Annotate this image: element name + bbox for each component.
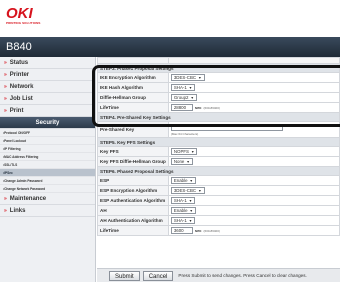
table-row: AH Authentication Algorithm SHA-1 ▼ — [97, 215, 340, 226]
oki-logo: OKI PRINTING SOLUTIONS — [6, 5, 41, 25]
dropdown-arrow-icon: ▼ — [198, 189, 202, 193]
sidebar-item-links[interactable]: » Links — [0, 205, 95, 217]
header: OKI PRINTING SOLUTIONS — [0, 0, 340, 30]
ike-hash-select[interactable]: SHA-1 ▼ — [170, 84, 196, 91]
row-label: IKE Hash Algorithm — [97, 82, 169, 93]
sidebar-subitem-protocol[interactable]: •Protocol ON/OFF — [0, 129, 95, 137]
esp-select[interactable]: Enable ▼ — [170, 177, 196, 184]
model-bar: B840 — [0, 37, 340, 57]
table-row: AH Enable ▼ — [97, 205, 340, 216]
row-label: AH Authentication Algorithm — [97, 215, 169, 226]
ike-lifetime-input[interactable]: 28800 — [170, 104, 193, 111]
settings-table: STEP3. Phase1 Proposal Settings IKE Encr… — [97, 57, 340, 236]
dropdown-arrow-icon: ▼ — [188, 219, 193, 223]
table-row: ESP Enable ▼ — [97, 175, 340, 186]
sidebar-subitem-ipsec[interactable]: •IPSec — [0, 169, 95, 177]
row-label: LifeTime — [97, 102, 169, 113]
chevron-right-icon: » — [4, 71, 7, 78]
sidebar-subitem-ssl-tls[interactable]: •SSL/TLS — [0, 161, 95, 169]
table-row: IKE Hash Algorithm SHA-1 ▼ — [97, 82, 340, 93]
dropdown-arrow-icon: ▼ — [198, 76, 202, 80]
ah-select[interactable]: Enable ▼ — [170, 207, 196, 214]
dropdown-arrow-icon: ▼ — [188, 199, 193, 203]
key-pfs-select[interactable]: NOPFS ▼ — [170, 148, 198, 155]
esp-encryption-select[interactable]: 3DES-CBC ▼ — [170, 187, 205, 194]
row-label: ESP — [97, 175, 169, 186]
submit-button[interactable]: Submit — [109, 270, 140, 281]
dropdown-arrow-icon: ▼ — [188, 86, 193, 90]
action-hint: Press Submit to send changes. Press Canc… — [178, 273, 307, 278]
row-label: IKE Encryption Algorithm — [97, 72, 169, 83]
chevron-right-icon: » — [4, 195, 7, 202]
table-row: Pre-Shared Key (Max 64 Characters) — [97, 121, 340, 138]
step4-title: STEP4. Pre-Shared Key Settings — [97, 112, 340, 122]
esp-auth-select[interactable]: SHA-1 ▼ — [170, 197, 196, 204]
action-bar: Submit Cancel Press Submit to send chang… — [97, 268, 340, 282]
table-row: STEP6. Phase2 Proposal Settings — [97, 166, 340, 176]
dropdown-arrow-icon: ▼ — [186, 160, 190, 164]
unit-label: sec — [194, 227, 202, 233]
dropdown-arrow-icon: ▼ — [189, 209, 193, 213]
cancel-button[interactable]: Cancel — [142, 270, 174, 281]
ipsec-lifetime-input[interactable]: 3600 — [170, 227, 193, 234]
step5-title: STEP5. Key PFS Settings — [97, 137, 340, 147]
sidebar: » Status » Printer » Network » Job List » Pri… — [0, 57, 96, 282]
chevron-right-icon: » — [4, 107, 7, 114]
table-row: ESP Encryption Algorithm 3DES-CBC ▼ — [97, 185, 340, 196]
table-row: STEP5. Key PFS Settings — [97, 137, 340, 147]
dropdown-arrow-icon: ▼ — [189, 179, 193, 183]
sidebar-subitem-change-network-password[interactable]: •Change Network Password — [0, 185, 95, 193]
sidebar-item-print[interactable]: » Print — [0, 105, 95, 117]
ipsec-settings-panel: STEP3. Phase1 Proposal Settings IKE Encr… — [97, 57, 340, 282]
table-row: IKE Encryption Algorithm 3DES-CBC ▼ — [97, 72, 340, 83]
chevron-right-icon: » — [4, 207, 7, 214]
dropdown-arrow-icon: ▼ — [190, 96, 194, 100]
row-label: AH — [97, 205, 169, 216]
dropdown-arrow-icon: ▼ — [190, 150, 195, 154]
step3-title: STEP3. Phase1 Proposal Settings — [97, 63, 340, 73]
key-pfs-dh-select[interactable]: None ▼ — [170, 158, 193, 165]
chevron-right-icon: » — [4, 59, 7, 66]
table-row: LifeTime 28800 sec (600-86400) — [97, 102, 340, 113]
row-label: LifeTime — [97, 225, 169, 236]
step6-title: STEP6. Phase2 Proposal Settings — [97, 166, 340, 176]
row-label: Key PFS — [97, 146, 169, 157]
ike-encryption-select[interactable]: 3DES-CBC ▼ — [170, 74, 205, 81]
row-label: Diffie-Hellman Group — [97, 92, 169, 103]
sidebar-item-maintenance[interactable]: » Maintenance — [0, 193, 95, 205]
table-row: STEP3. Phase1 Proposal Settings — [97, 63, 340, 73]
sidebar-item-job-list[interactable]: » Job List — [0, 93, 95, 105]
sidebar-subitem-ip-filtering[interactable]: •IP Filtering — [0, 145, 95, 153]
table-row: Key PFS NOPFS ▼ — [97, 146, 340, 157]
sidebar-subitem-panel-lockout[interactable]: •Panel Lockout — [0, 137, 95, 145]
unit-label: sec — [194, 104, 202, 110]
table-row: Diffie-Hellman Group Group2 ▼ — [97, 92, 340, 103]
range-hint: (600-86400) — [203, 228, 220, 233]
pre-shared-key-input[interactable] — [170, 124, 283, 131]
row-label: Pre-Shared Key — [97, 121, 169, 138]
table-row: Key PFS Diffie-Hellman Group None ▼ — [97, 156, 340, 167]
row-label: Key PFS Diffie-Hellman Group — [97, 156, 169, 167]
table-row: LifeTime 3600 sec (600-86400) — [97, 225, 340, 236]
row-label: ESP Encryption Algorithm — [97, 185, 169, 196]
sidebar-subitem-change-admin-password[interactable]: •Change Admin Password — [0, 177, 95, 185]
dh-group-select[interactable]: Group2 ▼ — [170, 94, 197, 101]
model-name: B840 — [6, 41, 32, 53]
sidebar-item-printer[interactable]: » Printer — [0, 69, 95, 81]
sidebar-item-status[interactable]: » Status — [0, 57, 95, 69]
table-row: STEP4. Pre-Shared Key Settings — [97, 112, 340, 122]
sidebar-item-security[interactable]: Security — [0, 117, 95, 129]
sidebar-item-network[interactable]: » Network — [0, 81, 95, 93]
range-hint: (600-86400) — [203, 105, 220, 110]
sidebar-subitem-mac-filtering[interactable]: •MAC Address Filtering — [0, 153, 95, 161]
ah-auth-select[interactable]: SHA-1 ▼ — [170, 217, 196, 224]
chevron-right-icon: » — [4, 95, 7, 102]
chevron-right-icon: » — [4, 83, 7, 90]
table-row: ESP Authentication Algorithm SHA-1 ▼ — [97, 195, 340, 206]
psk-hint: (Max 64 Characters) — [170, 131, 199, 136]
row-label: ESP Authentication Algorithm — [97, 195, 169, 206]
